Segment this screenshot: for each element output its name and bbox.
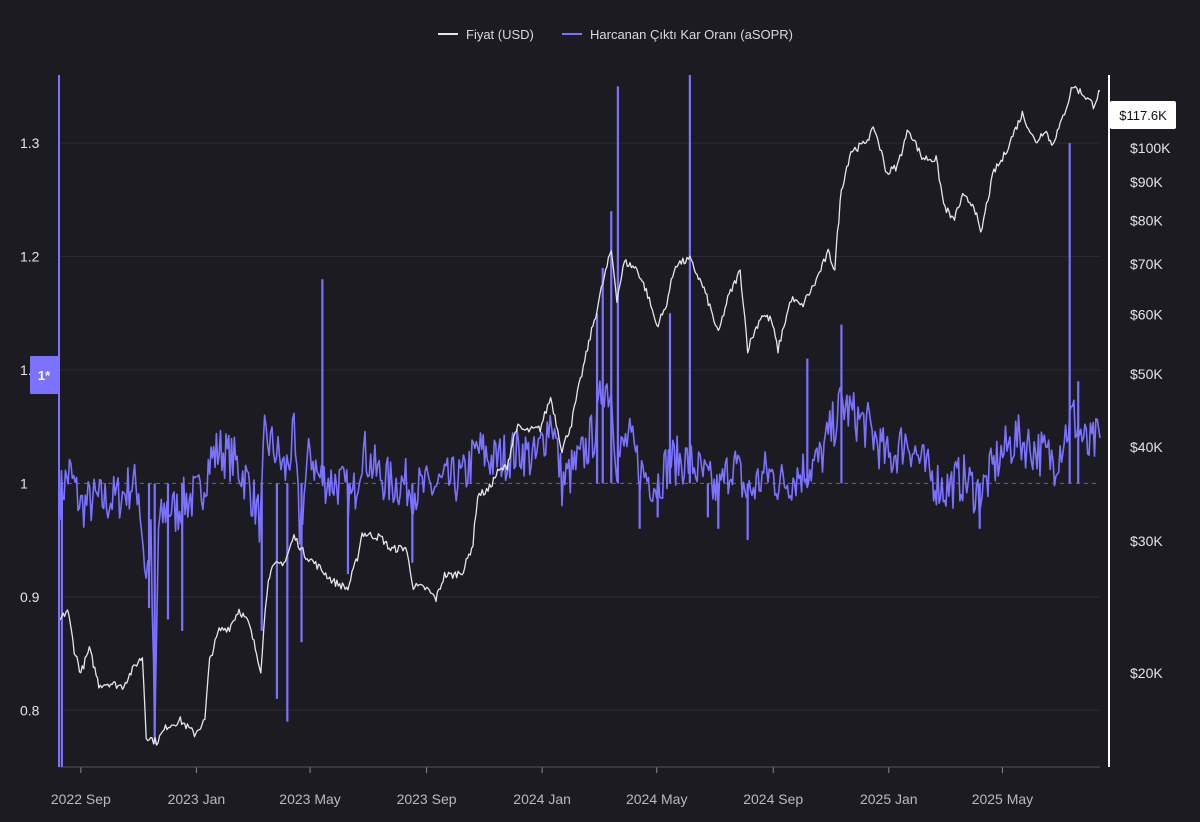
y-right-tick-label: $100K: [1130, 140, 1171, 156]
grid-layer: [60, 142, 1100, 711]
current-price-badge: $117.6K: [1110, 101, 1176, 129]
y-right-tick-label: $80K: [1130, 213, 1163, 229]
chart-root: 0.8 0.9 1 1.1 1.2 1.3 $20K $30K $40K $50K $60K $70K…: [0, 0, 1200, 822]
y-right-tick-label: $50K: [1130, 366, 1163, 382]
legend-asopr-label: Harcanan Çıktı Kar Oranı (aSOPR): [590, 27, 793, 42]
legend-price-label: Fiyat (USD): [466, 27, 534, 42]
x-tick-label: 2025 Jan: [860, 791, 918, 807]
x-tick-label: 2023 Sep: [397, 791, 457, 807]
series-asopr-line: [59, 380, 1101, 739]
x-tick-label: 2025 May: [972, 791, 1033, 807]
x-tick-label: 2023 May: [279, 791, 340, 807]
y-right-tick-label: $20K: [1130, 665, 1163, 681]
series-layer: [59, 75, 1101, 767]
y-left-tick-label: 1.3: [20, 135, 40, 151]
chart-svg: 0.80.911.11.21.3$20K$30K$40K$50K$60K$70K…: [20, 27, 1176, 807]
y-right-tick-label: $70K: [1130, 256, 1163, 272]
current-price-label: $117.6K: [1119, 108, 1167, 123]
ref-marker-label: 1*: [38, 368, 51, 383]
y-right-tick-label: $90K: [1130, 174, 1163, 190]
x-tick-label: 2023 Jan: [168, 791, 226, 807]
y-left-tick-label: 0.9: [20, 589, 40, 605]
y-right-tick-label: $40K: [1130, 439, 1163, 455]
ref-marker: 1*: [30, 356, 59, 394]
x-tick-label: 2024 Jan: [513, 791, 571, 807]
y-left-tick-label: 0.8: [20, 702, 40, 718]
x-tick-label: 2024 May: [626, 791, 687, 807]
legend: Fiyat (USD) Harcanan Çıktı Kar Oranı (aS…: [438, 27, 793, 42]
y-right-tick-label: $30K: [1130, 533, 1163, 549]
x-tick-label: 2024 Sep: [743, 791, 803, 807]
x-tick-label: 2022 Sep: [51, 791, 111, 807]
y-left-tick-label: 1: [20, 475, 28, 491]
y-right-tick-label: $60K: [1130, 307, 1163, 323]
series-price-line: [59, 85, 1101, 746]
y-left-tick-label: 1.2: [20, 249, 40, 265]
